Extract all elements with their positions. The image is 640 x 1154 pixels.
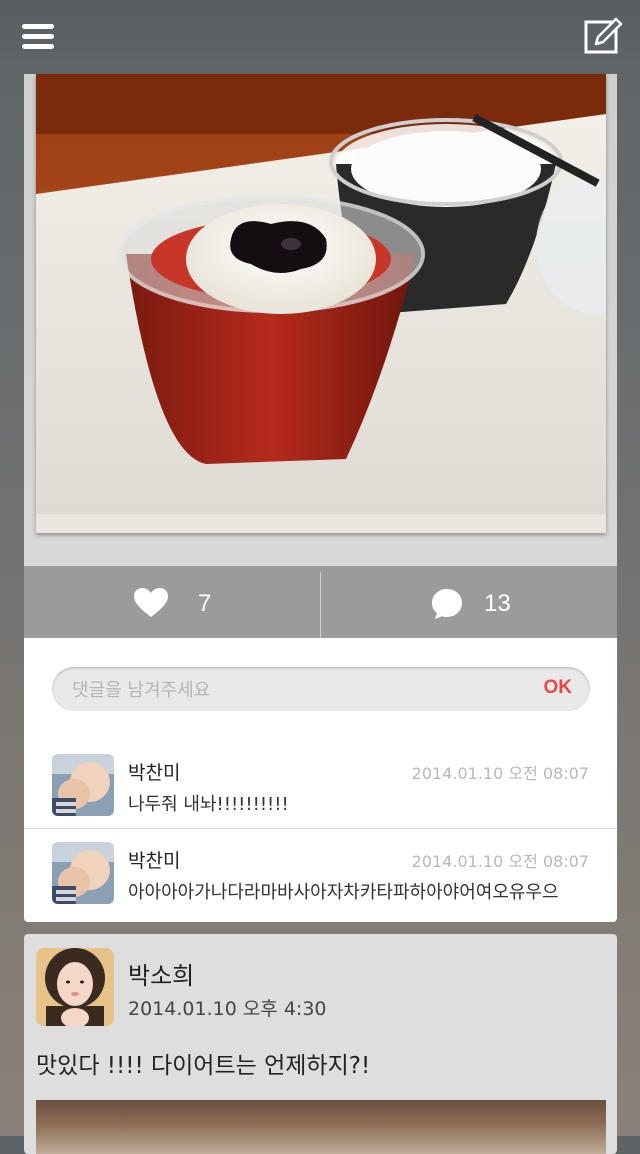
- comment-input[interactable]: [70, 673, 514, 707]
- post-photo-frame: [24, 60, 617, 566]
- comment-text: 아아아아가나다라마바사아자차카타파하아야어여오유우으: [128, 882, 559, 903]
- like-button[interactable]: 7: [24, 566, 320, 638]
- comment-button[interactable]: 13: [321, 566, 617, 638]
- comment-count: 13: [484, 590, 511, 617]
- commenter-avatar[interactable]: [52, 842, 114, 904]
- speech-bubble-icon: [432, 589, 462, 619]
- compose-edit-icon[interactable]: [582, 16, 624, 58]
- post-text: 맛있다 !!!! 다이어트는 언제하지?!: [36, 1053, 371, 1079]
- commenter-name[interactable]: 박찬미: [128, 846, 180, 873]
- action-bar: 7 13: [24, 566, 617, 638]
- next-post-card: 박소희 2014.01.10 오후 4:30 맛있다 !!!! 다이어트는 언제…: [24, 934, 617, 1154]
- hamburger-menu-icon[interactable]: [18, 18, 58, 58]
- post-timestamp: 2014.01.10 오후 4:30: [128, 998, 327, 1020]
- like-count: 7: [198, 590, 212, 617]
- author-name[interactable]: 박소희: [128, 956, 194, 991]
- comment-timestamp: 2014.01.10 오전 08:07: [411, 764, 589, 783]
- commenter-avatar[interactable]: [52, 754, 114, 816]
- comment-text: 나두줘 내놔!!!!!!!!!!: [128, 794, 289, 815]
- comment-submit-button[interactable]: OK: [544, 677, 573, 699]
- comment-input-field: OK: [52, 667, 590, 711]
- heart-icon: [134, 588, 168, 617]
- post-card: 7 13 OK 박찬미 2014.01.10 오전 08:07: [24, 60, 617, 922]
- top-bar: [0, 0, 640, 74]
- comment-item: 박찬미 2014.01.10 오전 08:07 나두줘 내놔!!!!!!!!!!: [24, 744, 617, 832]
- comment-item: 박찬미 2014.01.10 오전 08:07 아아아아가나다라마바사아자차카타…: [24, 832, 617, 920]
- comment-divider: [24, 828, 617, 829]
- commenter-name[interactable]: 박찬미: [128, 758, 180, 785]
- comment-timestamp: 2014.01.10 오전 08:07: [411, 852, 589, 871]
- author-avatar[interactable]: [36, 948, 114, 1026]
- post-photo[interactable]: [36, 74, 606, 533]
- post-photo[interactable]: [36, 1100, 606, 1154]
